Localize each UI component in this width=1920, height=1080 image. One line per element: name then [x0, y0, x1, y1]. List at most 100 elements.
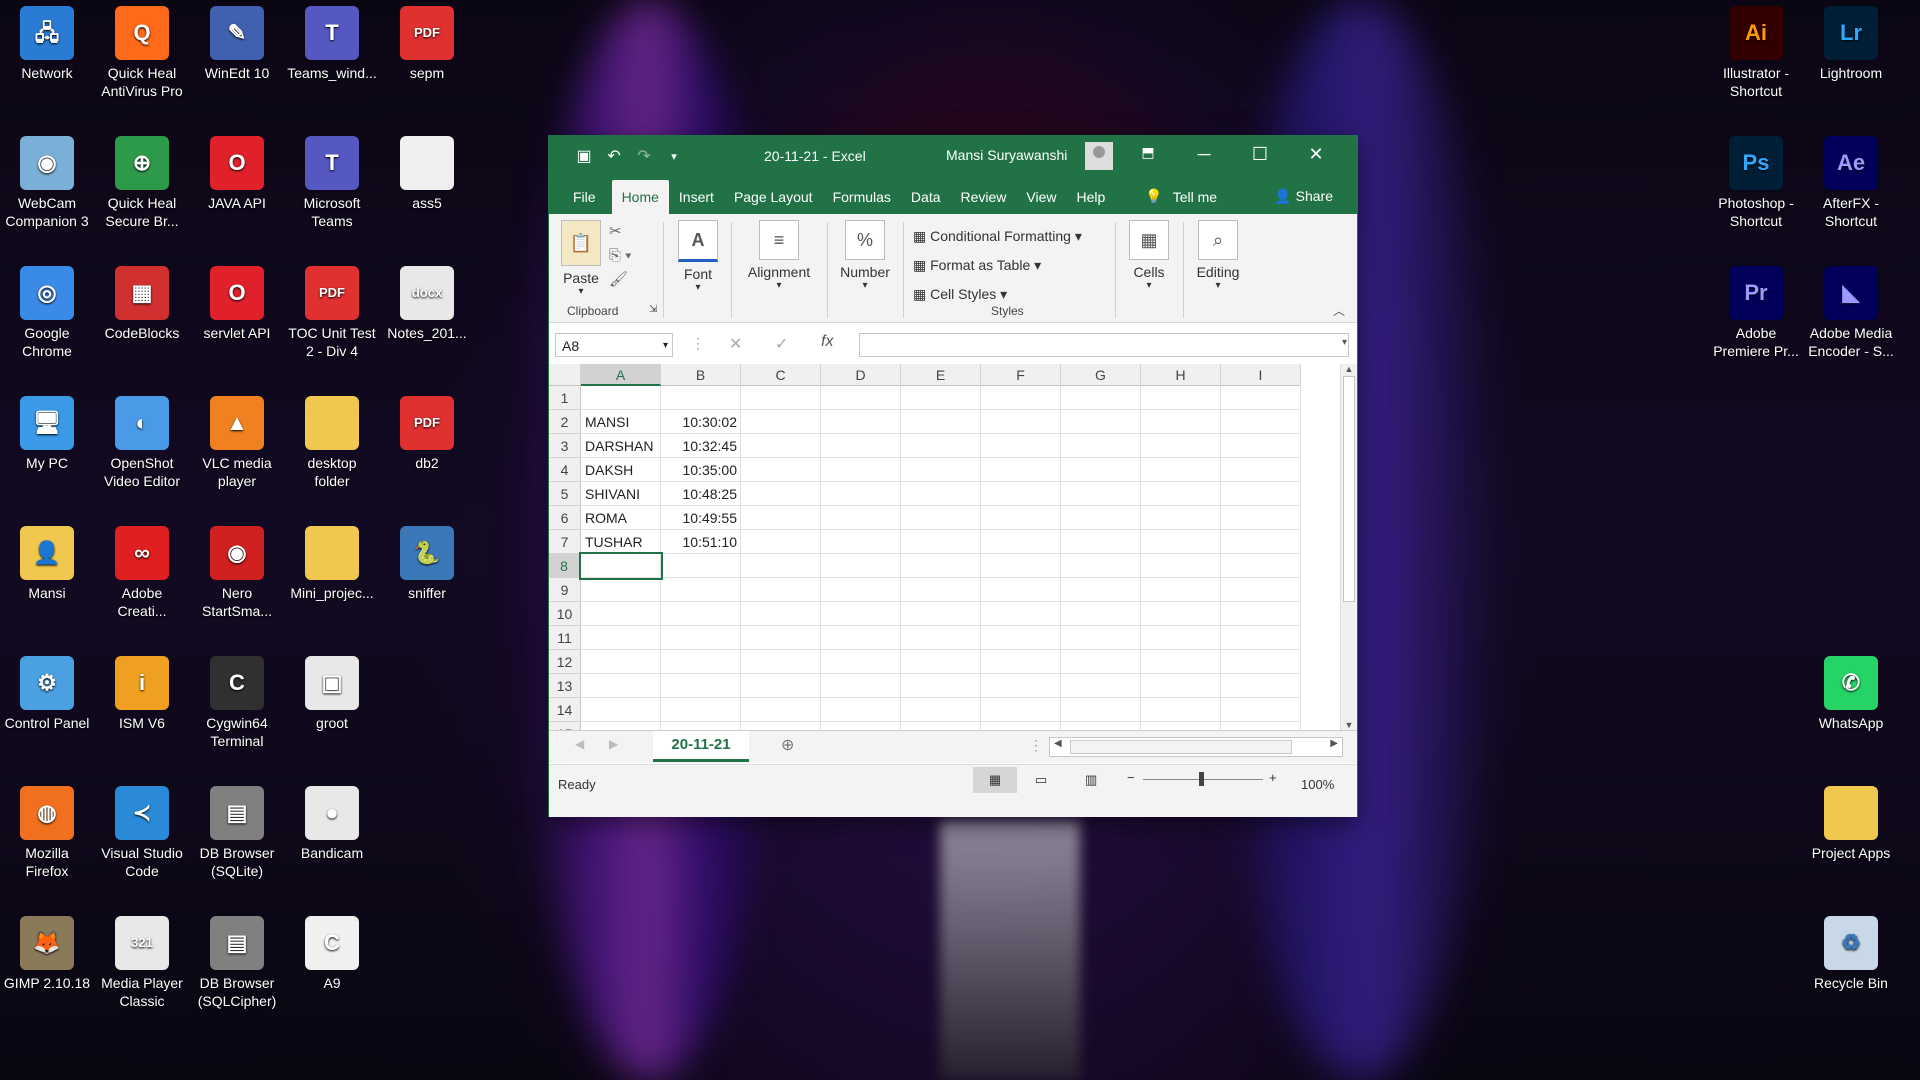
cell-A12[interactable]	[581, 650, 661, 674]
row-header-5[interactable]: 5	[549, 482, 581, 506]
desk-photoshop[interactable]: Ps Photoshop - Shortcut	[1709, 130, 1803, 230]
cell-A15[interactable]	[581, 722, 661, 730]
cell-H8[interactable]	[1141, 554, 1221, 578]
column-header-D[interactable]: D	[821, 364, 901, 386]
cell-D8[interactable]	[821, 554, 901, 578]
cell-B4[interactable]: 10:35:00	[661, 458, 741, 482]
cell-I10[interactable]	[1221, 602, 1301, 626]
cell-I8[interactable]	[1221, 554, 1301, 578]
cell-A2[interactable]: MANSI	[581, 410, 661, 434]
cell-I15[interactable]	[1221, 722, 1301, 730]
row-header-9[interactable]: 9	[549, 578, 581, 602]
collapse-ribbon-icon[interactable]: ︿	[1333, 302, 1345, 319]
desk-mansi[interactable]: 👤 Mansi	[0, 520, 94, 602]
desk-media-encoder[interactable]: ◣ Adobe Media Encoder - S...	[1804, 260, 1898, 360]
desk-mini-project[interactable]: Mini_projec...	[285, 520, 379, 602]
insert-function-icon[interactable]: fx	[821, 333, 833, 351]
desk-sniffer[interactable]: 🐍 sniffer	[380, 520, 474, 602]
cell-D2[interactable]	[821, 410, 901, 434]
column-header-H[interactable]: H	[1141, 364, 1221, 386]
cell-G11[interactable]	[1061, 626, 1141, 650]
cell-E7[interactable]	[901, 530, 981, 554]
save-icon[interactable]: ▣	[569, 146, 599, 166]
tell-me-search[interactable]: Tell me	[1173, 189, 1227, 214]
scroll-left-icon[interactable]: ◀	[1054, 738, 1062, 749]
cell-F6[interactable]	[981, 506, 1061, 530]
cell-C1[interactable]	[741, 386, 821, 410]
cell-H3[interactable]	[1141, 434, 1221, 458]
cell-F9[interactable]	[981, 578, 1061, 602]
cell-E1[interactable]	[901, 386, 981, 410]
cell-D15[interactable]	[821, 722, 901, 730]
cell-F1[interactable]	[981, 386, 1061, 410]
cell-C8[interactable]	[741, 554, 821, 578]
cell-C4[interactable]	[741, 458, 821, 482]
share-button[interactable]: 👤 Share	[1264, 188, 1343, 214]
cell-E5[interactable]	[901, 482, 981, 506]
zoom-slider-thumb[interactable]	[1199, 772, 1204, 786]
desk-mpc[interactable]: 321 Media Player Classic	[95, 910, 189, 1010]
cell-C10[interactable]	[741, 602, 821, 626]
cell-F10[interactable]	[981, 602, 1061, 626]
cell-I1[interactable]	[1221, 386, 1301, 410]
clipboard-launcher-icon[interactable]: ⇲	[649, 304, 657, 315]
desk-codeblocks[interactable]: ▦ CodeBlocks	[95, 260, 189, 342]
cell-H2[interactable]	[1141, 410, 1221, 434]
desk-desktop-folder[interactable]: desktop folder	[285, 390, 379, 490]
cell-E6[interactable]	[901, 506, 981, 530]
cut-icon[interactable]: ✂	[609, 220, 631, 244]
desk-lightroom[interactable]: Lr Lightroom	[1804, 0, 1898, 82]
cell-H7[interactable]	[1141, 530, 1221, 554]
desk-teams-wind[interactable]: T Teams_wind...	[285, 0, 379, 82]
cell-F15[interactable]	[981, 722, 1061, 730]
cell-D13[interactable]	[821, 674, 901, 698]
cell-E4[interactable]	[901, 458, 981, 482]
cell-D6[interactable]	[821, 506, 901, 530]
cell-E12[interactable]	[901, 650, 981, 674]
cell-B7[interactable]: 10:51:10	[661, 530, 741, 554]
horizontal-scrollbar[interactable]: ◀ ▶	[1049, 737, 1343, 757]
cell-C12[interactable]	[741, 650, 821, 674]
page-layout-view-icon[interactable]: ▭	[1035, 772, 1047, 788]
cell-D14[interactable]	[821, 698, 901, 722]
cell-C7[interactable]	[741, 530, 821, 554]
redo-icon[interactable]: ↷	[629, 146, 659, 166]
desk-bandicam[interactable]: ● Bandicam	[285, 780, 379, 862]
desk-quickheal[interactable]: Q Quick Heal AntiVirus Pro	[95, 0, 189, 100]
cell-D7[interactable]	[821, 530, 901, 554]
desk-chrome[interactable]: ◎ Google Chrome	[0, 260, 94, 360]
zoom-in-icon[interactable]: +	[1269, 770, 1277, 785]
cell-E10[interactable]	[901, 602, 981, 626]
cell-C2[interactable]	[741, 410, 821, 434]
desk-premiere[interactable]: Pr Adobe Premiere Pr...	[1709, 260, 1803, 360]
scroll-right-icon[interactable]: ▶	[1330, 738, 1338, 749]
desk-quickheal-secure[interactable]: ⊕ Quick Heal Secure Br...	[95, 130, 189, 230]
customize-qat-icon[interactable]: ▾	[659, 150, 689, 163]
undo-icon[interactable]: ↶	[599, 146, 629, 166]
cell-D11[interactable]	[821, 626, 901, 650]
cell-G3[interactable]	[1061, 434, 1141, 458]
user-name[interactable]: Mansi Suryawanshi	[946, 147, 1067, 163]
column-header-C[interactable]: C	[741, 364, 821, 386]
desk-project-apps[interactable]: Project Apps	[1804, 780, 1898, 862]
close-icon[interactable]: ✕	[1301, 144, 1331, 165]
desk-webcam[interactable]: ◉ WebCam Companion 3	[0, 130, 94, 230]
editing-button[interactable]: ⌕ Editing ▾	[1189, 220, 1247, 291]
cell-E15[interactable]	[901, 722, 981, 730]
cell-F7[interactable]	[981, 530, 1061, 554]
copy-icon[interactable]: ⎘ ▾	[609, 244, 631, 268]
desk-network[interactable]: 🖧 Network	[0, 0, 94, 82]
desk-a9[interactable]: C A9	[285, 910, 379, 992]
desk-servlet-api[interactable]: Oservlet API	[190, 260, 284, 342]
cell-D12[interactable]	[821, 650, 901, 674]
desk-vlc[interactable]: ▲ VLC media player	[190, 390, 284, 490]
cell-D1[interactable]	[821, 386, 901, 410]
scroll-thumb[interactable]	[1070, 740, 1292, 754]
alignment-button[interactable]: ≡ Alignment ▾	[739, 220, 819, 291]
cell-E3[interactable]	[901, 434, 981, 458]
cell-B5[interactable]: 10:48:25	[661, 482, 741, 506]
desk-illustrator[interactable]: Ai Illustrator - Shortcut	[1709, 0, 1803, 100]
cell-I2[interactable]	[1221, 410, 1301, 434]
desk-aftereffects[interactable]: Ae AfterFX - Shortcut	[1804, 130, 1898, 230]
column-header-E[interactable]: E	[901, 364, 981, 386]
